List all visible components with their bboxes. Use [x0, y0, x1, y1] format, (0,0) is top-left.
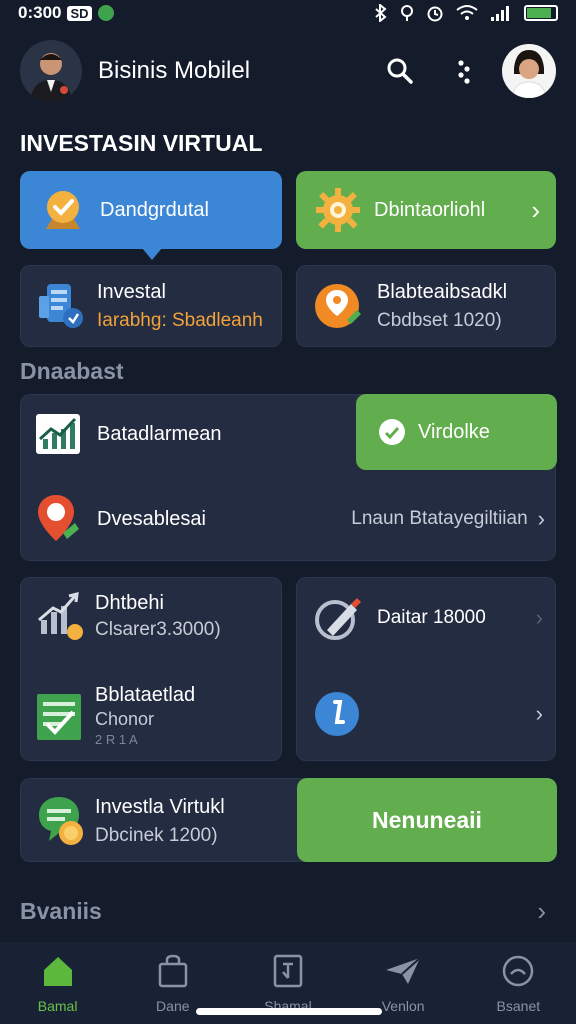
- blast-subtitle: Cbdbset 1020): [377, 309, 502, 331]
- sim-badge: SD: [67, 5, 92, 21]
- dashboard-label: Dandgrdutal: [100, 198, 209, 221]
- nav-item-bag[interactable]: Dane: [128, 954, 218, 1014]
- grid-item-subtitle: Chonor: [95, 709, 155, 729]
- alarm-icon: [427, 6, 443, 22]
- signal-icon: [491, 6, 509, 21]
- grid-item-title: Daitar 18000: [377, 607, 486, 628]
- nav-label: Dane: [156, 998, 190, 1014]
- chart-growth-icon: [36, 414, 80, 454]
- list-card: Batadlarmean Virdolke Dvesablesai Lnaun …: [20, 394, 557, 561]
- battery-icon: [524, 5, 558, 21]
- promo-info: Investla Virtukl Dbcinek 1200): [35, 793, 225, 849]
- distribution-button[interactable]: Dbintaorliohl ›: [296, 171, 556, 249]
- dashboard-button[interactable]: Dandgrdutal: [20, 171, 282, 260]
- document-icon: [273, 954, 303, 988]
- status-time: 0:300: [18, 3, 62, 22]
- nav-item-send[interactable]: Venlon: [358, 954, 448, 1014]
- grid-item-subtitle: Clsarer3.3000): [95, 618, 221, 640]
- coin-location-icon: [315, 284, 361, 328]
- home-indicator[interactable]: [196, 1008, 382, 1015]
- status-left: 0:300 SD: [18, 3, 114, 23]
- person-icon: [20, 40, 82, 102]
- grid-item-title: Dhtbehi: [95, 591, 164, 614]
- wifi-icon: [456, 5, 478, 20]
- verify-button[interactable]: Virdolke: [356, 394, 557, 470]
- person-icon: [502, 44, 556, 98]
- section-bvaniis[interactable]: Bvaniis ›: [20, 896, 546, 927]
- list-item-label: Batadlarmean: [97, 422, 222, 445]
- grid-item-info[interactable]: ›: [313, 690, 543, 738]
- pointer-caret: [142, 248, 162, 260]
- nav-item-home[interactable]: Bamal: [13, 954, 103, 1014]
- chevron-right-icon: ›: [537, 896, 546, 926]
- chevron-right-icon: ›: [537, 506, 545, 531]
- search-icon: [387, 58, 413, 84]
- nav-item-profile[interactable]: Bsanet: [473, 954, 563, 1014]
- list-item-dvesablesai[interactable]: Dvesablesai Lnaun Btatayegiltiian ›: [35, 493, 545, 545]
- list-item-value: Lnaun Btatayegiltiian: [351, 508, 528, 529]
- blast-card[interactable]: Blabteaibsadkl Cbdbset 1020): [296, 265, 556, 347]
- app-header: Bisinis Mobilel: [0, 36, 576, 106]
- promo-subtitle: Dbcinek 1200): [95, 824, 218, 846]
- user-avatar[interactable]: [502, 44, 556, 98]
- chevron-right-icon: ›: [531, 194, 540, 225]
- checklist-icon: [37, 693, 81, 740]
- grid-card-left: Dhtbehi Clsarer3.3000) Bblataetlad Chono…: [20, 577, 282, 761]
- investal-title: Investal: [97, 280, 166, 303]
- check-circle-icon: [379, 419, 405, 445]
- chevron-right-icon: ›: [535, 605, 543, 630]
- grid-item-bblataetlad[interactable]: Bblataetlad Chonor 2 R 1 A: [35, 684, 195, 747]
- grid-item-daitar[interactable]: Daitar 18000 ›: [313, 594, 543, 642]
- section-title-dnaabast: Dnaabast: [20, 358, 124, 384]
- promo-title: Investla Virtukl: [95, 795, 225, 818]
- grid-item-dhtbehi[interactable]: Dhtbehi Clsarer3.3000): [35, 590, 221, 642]
- location-icon: [401, 5, 413, 21]
- app-title: Bisinis Mobilel: [98, 57, 251, 84]
- home-icon: [43, 957, 72, 986]
- grid-item-meta: 2 R 1 A: [95, 732, 138, 747]
- face-icon: [503, 955, 534, 987]
- list-item-label: Dvesablesai: [97, 507, 206, 530]
- blast-title: Blabteaibsadkl: [377, 280, 508, 303]
- paper-plane-icon: [386, 957, 421, 984]
- grid-card-right: Daitar 18000 › ›: [296, 577, 556, 761]
- status-right: [374, 4, 558, 22]
- notification-icon: [97, 5, 114, 21]
- gear-icon: [316, 188, 360, 232]
- map-pin-icon: [38, 495, 79, 541]
- info-circle-icon: [315, 692, 359, 736]
- list-item-batadlarmean[interactable]: Batadlarmean: [35, 413, 222, 455]
- more-dots-icon: [458, 60, 470, 84]
- grid-item-title: Bblataetlad: [95, 684, 196, 706]
- profile-avatar[interactable]: [20, 40, 82, 102]
- verify-label: Virdolke: [418, 420, 490, 443]
- chevron-right-icon: ›: [535, 701, 543, 726]
- more-button[interactable]: [444, 51, 484, 91]
- promo-card[interactable]: Investla Virtukl Dbcinek 1200) Nenuneaii: [20, 778, 557, 862]
- nav-label: Bamal: [37, 998, 78, 1014]
- promo-action-button[interactable]: Nenuneaii: [297, 778, 557, 862]
- investal-subtitle: Iarabhg: Sbadleanh: [97, 310, 263, 332]
- status-bar: 0:300 SD: [0, 0, 576, 26]
- badge-check-icon: [46, 191, 80, 229]
- search-button[interactable]: [380, 51, 420, 91]
- section-title-investasi: INVESTASIN VIRTUAL: [20, 130, 263, 156]
- nav-label: Venlon: [381, 998, 425, 1014]
- section-title-bvaniis: Bvaniis: [20, 898, 102, 924]
- investal-subtitle-text: Iarabhg: Sbadleanh: [97, 309, 263, 331]
- shopping-bag-icon: [158, 954, 188, 988]
- chat-coin-icon: [39, 797, 83, 845]
- bluetooth-icon: [375, 4, 387, 22]
- bar-chart-icon: [38, 592, 83, 640]
- phone-app-icon: [39, 284, 83, 328]
- investal-card[interactable]: Investal Iarabhg: Sbadleanh: [20, 265, 282, 347]
- promo-action-label: Nenuneaii: [372, 806, 482, 833]
- nav-label: Bsanet: [496, 998, 541, 1014]
- nav-item-document[interactable]: Shamal: [243, 954, 333, 1014]
- edit-pencil-icon: [315, 598, 361, 640]
- distribution-label: Dbintaorliohl: [374, 198, 486, 221]
